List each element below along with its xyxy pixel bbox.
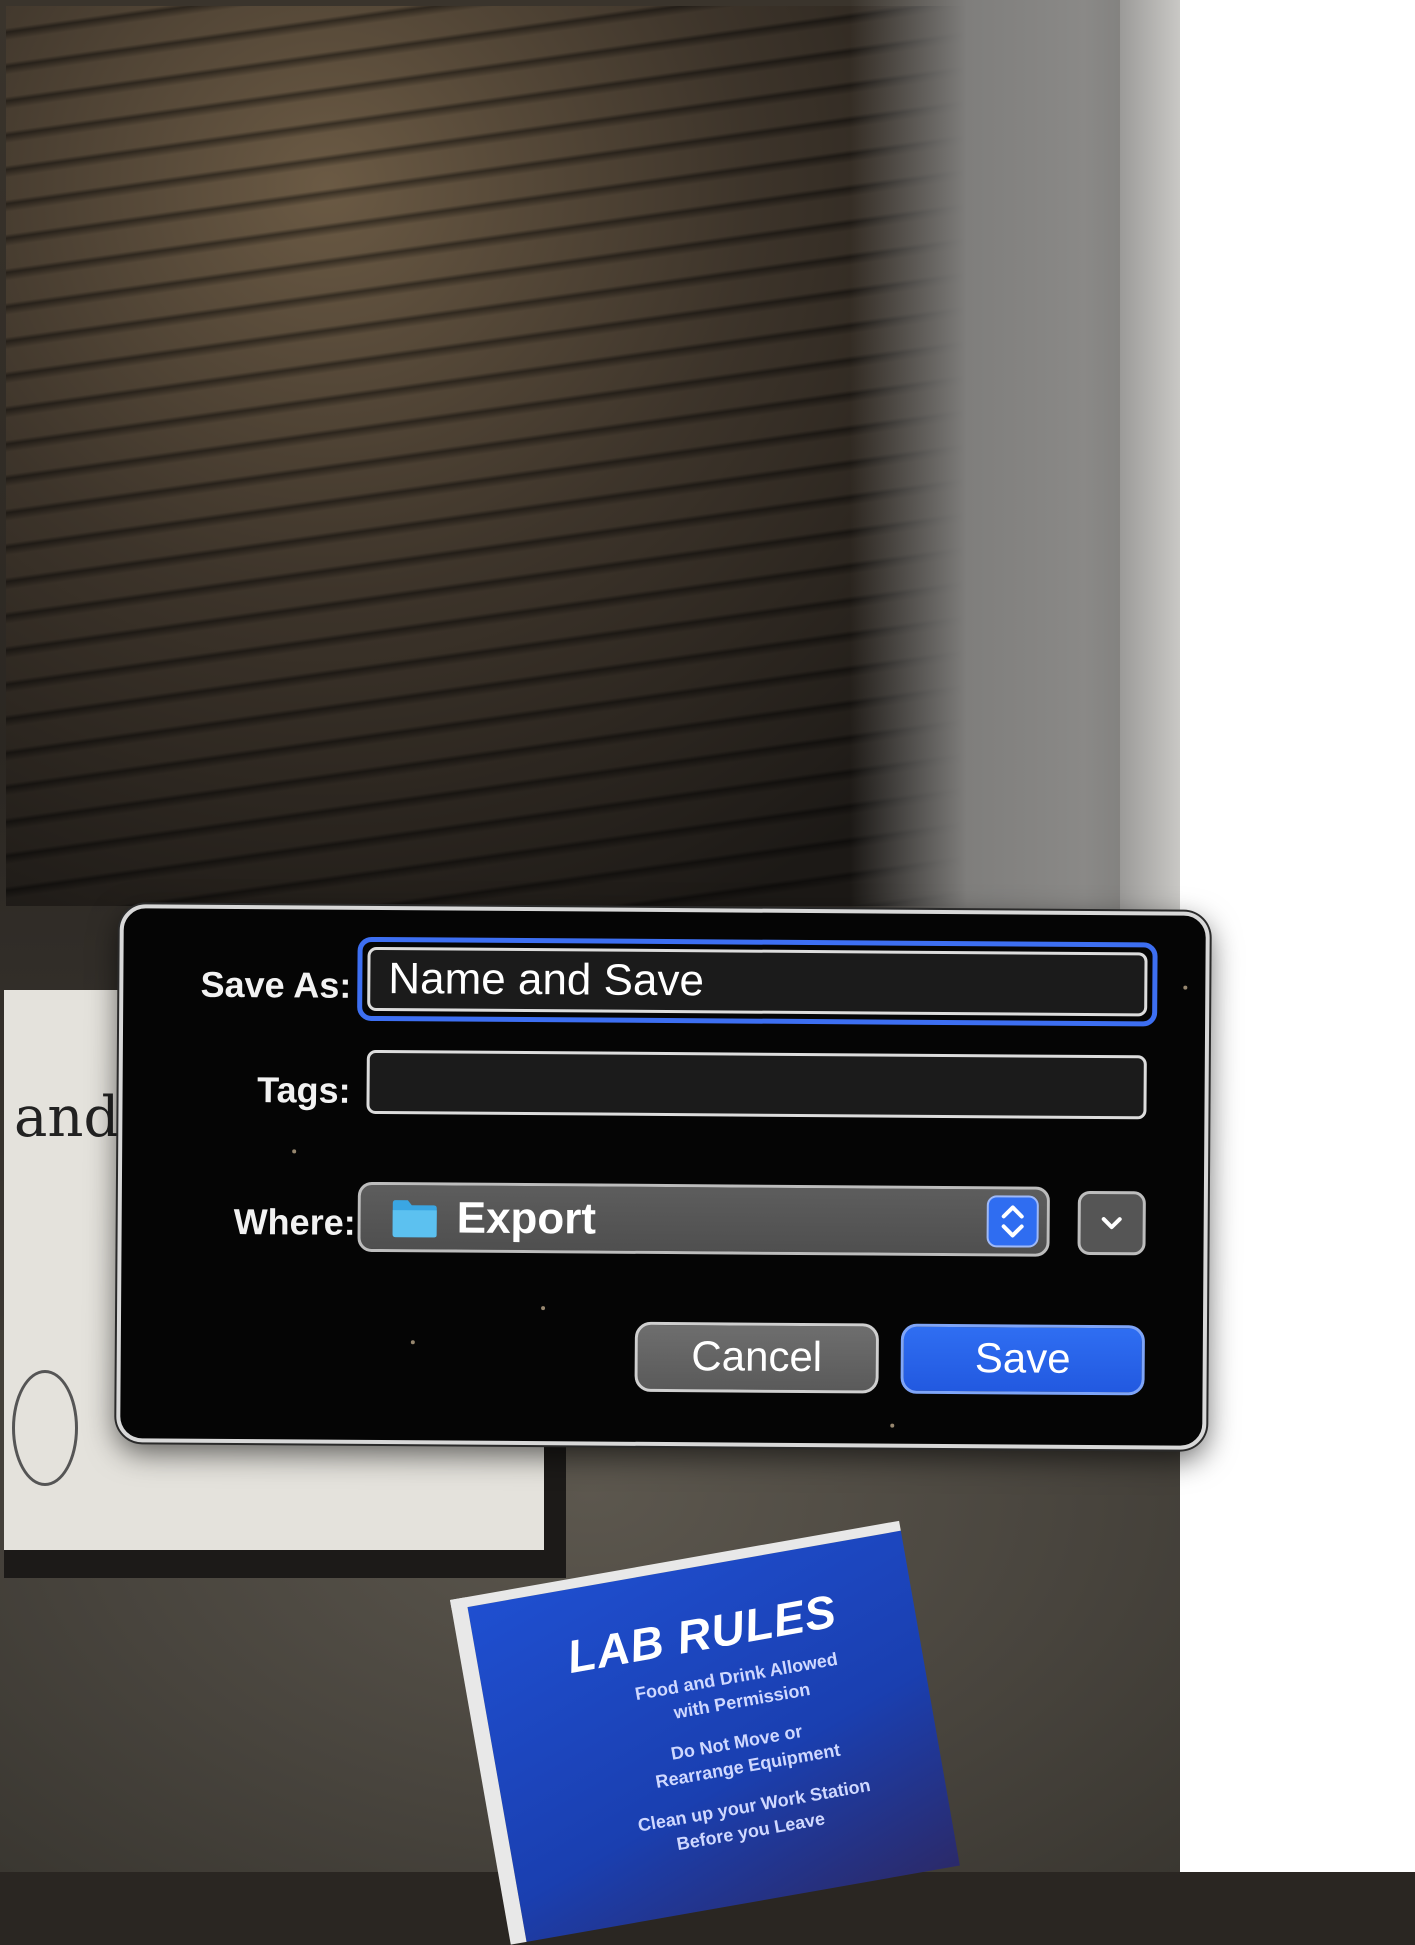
save-button[interactable]: Save <box>900 1323 1145 1396</box>
where-location-value: Export <box>456 1193 597 1244</box>
where-location-select[interactable]: Export <box>357 1181 1050 1257</box>
folder-icon <box>392 1200 437 1238</box>
dust-speck <box>410 1340 415 1345</box>
dust-speck <box>541 1306 546 1311</box>
save-as-input[interactable] <box>367 946 1148 1017</box>
chevron-down-icon <box>1101 1217 1122 1230</box>
tags-label: Tags: <box>257 1069 351 1111</box>
cancel-button[interactable]: Cancel <box>634 1321 879 1394</box>
save-as-label: Save As: <box>200 963 352 1006</box>
tags-input[interactable] <box>366 1049 1147 1120</box>
up-down-chevron-icon <box>986 1195 1039 1248</box>
dust-speck <box>890 1423 895 1428</box>
white-border <box>1180 0 1415 1872</box>
where-label: Where: <box>233 1201 356 1243</box>
dust-speck <box>292 1149 297 1154</box>
save-dialog: Save As: Tags: Where: Export Cancel Save <box>116 904 1210 1450</box>
expand-dialog-button[interactable] <box>1077 1190 1146 1256</box>
certificate-seal <box>12 1370 78 1486</box>
dust-speck <box>1183 985 1188 990</box>
